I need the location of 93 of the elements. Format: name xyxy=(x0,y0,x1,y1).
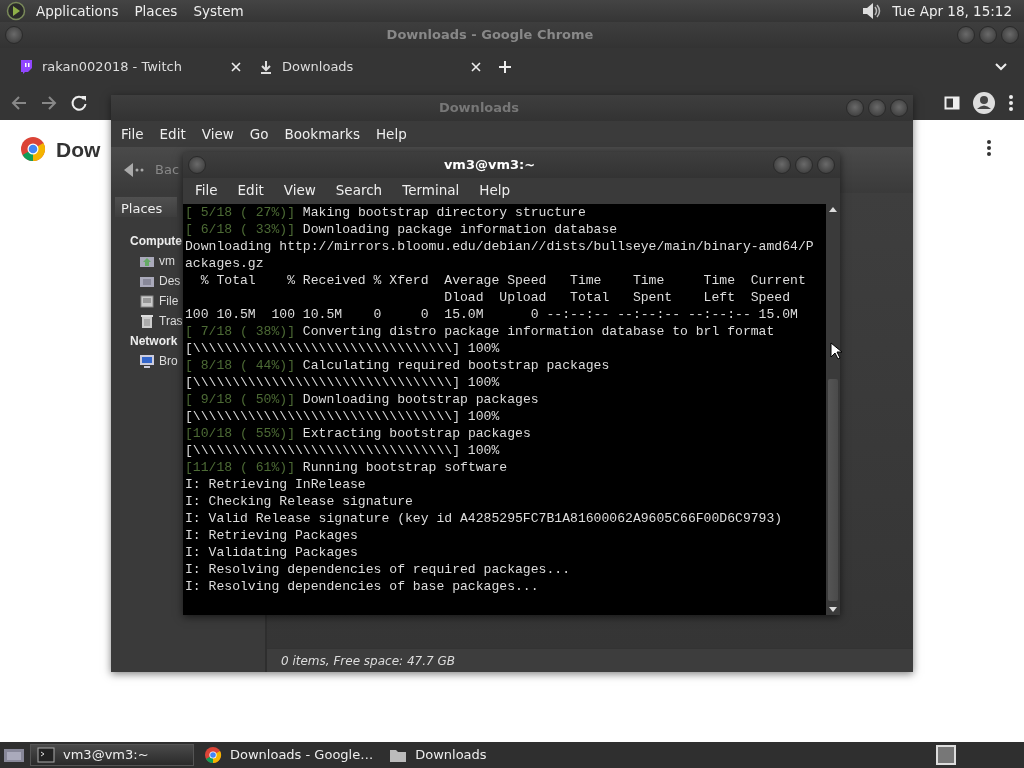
browser-tab[interactable]: Downloads xyxy=(250,48,490,86)
terminal-line: I: Valid Release signature (key id A4285295FC7B1A81600062A9605C66F00D6C9793) xyxy=(185,510,784,527)
profile-icon[interactable] xyxy=(972,91,996,115)
terminal-icon xyxy=(37,746,55,764)
terminal-line: I: Resolving dependencies of required packages... xyxy=(185,561,572,578)
panel-menu[interactable]: Places xyxy=(128,0,184,22)
taskbar-button[interactable]: Downloads xyxy=(383,744,493,766)
places-button[interactable]: Places xyxy=(115,197,177,217)
menu-item[interactable]: Edit xyxy=(151,123,194,145)
menu-item[interactable]: Terminal xyxy=(392,179,470,201)
menu-item[interactable]: Help xyxy=(469,179,521,201)
chat-bubble-icon xyxy=(18,59,34,75)
drive-icon xyxy=(139,293,155,309)
taskbar-button[interactable]: Downloads - Google… xyxy=(198,744,380,766)
menu-item[interactable]: View xyxy=(193,123,242,145)
close-button[interactable] xyxy=(817,156,835,174)
download-icon xyxy=(258,59,274,75)
minimize-button[interactable] xyxy=(846,99,864,117)
browser-tab[interactable]: rakan002018 - Twitch xyxy=(10,48,250,86)
close-icon[interactable] xyxy=(470,61,482,73)
terminal-line: [ 7/18 ( 38%)] Converting distro package information database to brl format xyxy=(185,323,776,340)
terminal-line: [\\\\\\\\\\\\\\\\\\\\\\\\\\\\\\\\\] 100% xyxy=(185,340,501,357)
window-title: Downloads xyxy=(437,99,521,118)
sidebar-item[interactable]: Tras xyxy=(139,311,183,331)
browser-logo-icon xyxy=(20,136,46,162)
sidebar-item[interactable]: Bro xyxy=(139,351,178,371)
new-tab-icon[interactable] xyxy=(498,60,512,74)
terminal-line: [ 5/18 ( 27%)] Making bootstrap directory structure xyxy=(185,204,587,221)
terminal-line: I: Checking Release signature xyxy=(185,493,414,510)
cursor-icon xyxy=(830,342,842,360)
terminal-line: 100 10.5M 100 10.5M 0 0 15.0M 0 --:--:-- --:--:-- --:--:-- 15.0M xyxy=(185,306,799,323)
terminal-line: [ 6/18 ( 33%)] Downloading package information database xyxy=(185,221,619,238)
close-button[interactable] xyxy=(1001,26,1019,44)
maximize-button[interactable] xyxy=(868,99,886,117)
menu-item[interactable]: File xyxy=(113,123,152,145)
minimize-button[interactable] xyxy=(957,26,975,44)
scrollbar[interactable] xyxy=(826,204,840,615)
terminal-line: [ 8/18 ( 44%)] Calculating required bootstrap packages xyxy=(185,357,611,374)
terminal-line: I: Retrieving Packages xyxy=(185,527,359,544)
chevron-down-icon[interactable] xyxy=(994,62,1008,72)
panel-menu[interactable]: Applications xyxy=(30,0,125,22)
window-title: Downloads - Google Chrome xyxy=(385,26,595,45)
terminal-line: [\\\\\\\\\\\\\\\\\\\\\\\\\\\\\\\\\] 100% xyxy=(185,408,501,425)
sidebar-item[interactable]: Des xyxy=(139,271,181,291)
terminal-line: [\\\\\\\\\\\\\\\\\\\\\\\\\\\\\\\\\] 100% xyxy=(185,442,501,459)
terminal-line: [10/18 ( 55%)] Extracting bootstrap packages xyxy=(185,425,532,442)
menu-item[interactable]: File xyxy=(185,179,228,201)
close-icon[interactable] xyxy=(230,61,242,73)
sidebar-item[interactable]: vm xyxy=(139,251,175,271)
maximize-button[interactable] xyxy=(795,156,813,174)
side-panel-icon[interactable] xyxy=(944,95,960,111)
reload-icon[interactable] xyxy=(70,94,88,112)
terminal-line: % Total % Received % Xferd Average Speed Time Time Time Current xyxy=(199,272,807,289)
forward-icon[interactable] xyxy=(40,94,58,112)
clock[interactable]: Tue Apr 18, 15:12 xyxy=(886,0,1018,22)
close-button[interactable] xyxy=(5,26,23,44)
sidebar-item[interactable]: File xyxy=(139,291,179,311)
browser-logo-icon xyxy=(204,746,222,764)
menu-item[interactable]: Help xyxy=(367,123,415,145)
more-options-icon[interactable] xyxy=(986,139,992,157)
status-text: 0 items, Free space: 47.7 GB xyxy=(267,648,913,672)
menu-item[interactable]: Edit xyxy=(227,179,274,201)
menu-icon[interactable] xyxy=(1008,94,1014,112)
panel-menu[interactable]: System xyxy=(187,0,250,22)
close-button[interactable] xyxy=(188,156,206,174)
workspace-switcher[interactable] xyxy=(936,745,956,765)
logo-icon[interactable] xyxy=(6,1,26,21)
terminal-line: Downloading http://mirrors.bloomu.edu/debian//dists/bullseye/main/binary-amd64/P xyxy=(185,238,815,255)
monitor-icon xyxy=(139,353,155,369)
trash-icon xyxy=(139,313,155,329)
terminal-line: I: Resolving dependencies of base packages... xyxy=(185,578,540,595)
terminal-line: [\\\\\\\\\\\\\\\\\\\\\\\\\\\\\\\\\] 100% xyxy=(185,374,501,391)
taskbar-button[interactable]: vm3@vm3:~ xyxy=(30,744,194,766)
terminal-line: [ 9/18 ( 50%)] Downloading bootstrap packages xyxy=(185,391,540,408)
menu-item[interactable]: Go xyxy=(241,123,277,145)
terminal-line: I: Validating Packages xyxy=(185,544,359,561)
menu-item[interactable]: View xyxy=(273,179,326,201)
terminal-line: ackages.gz xyxy=(185,255,265,272)
window-title: vm3@vm3:~ xyxy=(442,156,537,175)
page-heading: Dow xyxy=(56,137,101,163)
scrollbar-thumb[interactable] xyxy=(828,379,838,601)
terminal-line: [11/18 ( 61%)] Running bootstrap software xyxy=(185,459,509,476)
volume-icon[interactable] xyxy=(860,1,883,21)
back-icon[interactable] xyxy=(10,94,28,112)
maximize-button[interactable] xyxy=(979,26,997,44)
menu-item[interactable]: Search xyxy=(325,179,393,201)
terminal-line: I: Retrieving InRelease xyxy=(185,476,367,493)
minimize-button[interactable] xyxy=(773,156,791,174)
menu-item[interactable]: Bookmarks xyxy=(276,123,368,145)
close-button[interactable] xyxy=(890,99,908,117)
section-heading: Network xyxy=(130,333,178,350)
terminal-line: Dload Upload Total Spent Left Speed xyxy=(443,289,792,306)
section-heading: Compute xyxy=(130,233,182,250)
